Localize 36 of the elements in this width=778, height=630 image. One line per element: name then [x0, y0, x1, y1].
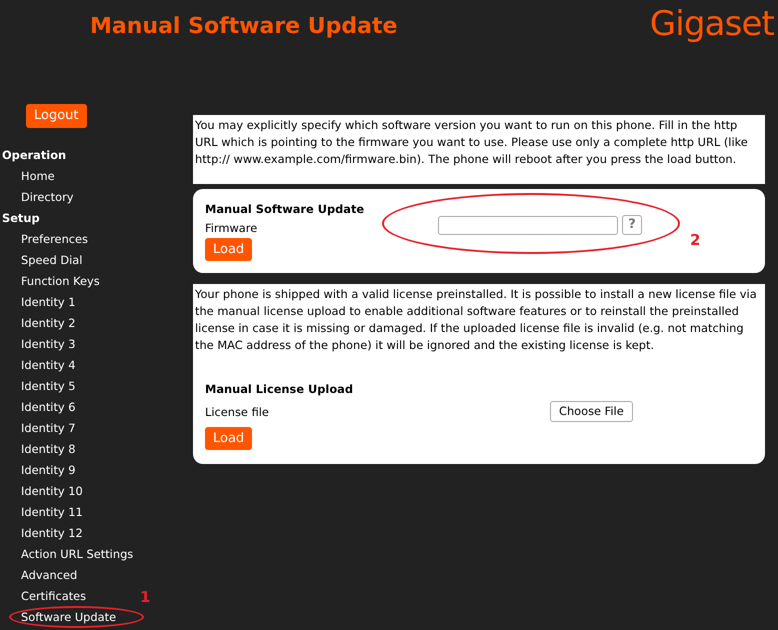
- choose-file-button[interactable]: Choose File: [550, 401, 633, 422]
- nav-link[interactable]: Function Keys: [21, 272, 100, 290]
- nav-link[interactable]: Identity 9: [21, 462, 76, 480]
- help-button[interactable]: ?: [622, 215, 642, 235]
- nav-link[interactable]: Directory: [21, 188, 74, 206]
- nav-link[interactable]: Identity 11: [21, 504, 83, 522]
- nav-link[interactable]: Identity 5: [21, 378, 76, 396]
- nav-link[interactable]: Identity 8: [21, 440, 76, 458]
- nav-link[interactable]: Identity 4: [21, 356, 76, 374]
- annotation-number: 2: [690, 230, 700, 251]
- section-title: Manual Software Update: [205, 201, 364, 218]
- nav-link[interactable]: Identity 10: [21, 482, 83, 500]
- page-title: Manual Software Update: [90, 13, 398, 41]
- nav-link[interactable]: Action URL Settings: [21, 546, 134, 564]
- nav-section-heading: Operation: [1, 147, 68, 164]
- nav-link[interactable]: Home: [21, 168, 55, 186]
- nav-link[interactable]: Advanced: [21, 566, 78, 584]
- nav-link[interactable]: Identity 6: [21, 398, 76, 416]
- firmware-url-field[interactable]: [438, 216, 618, 235]
- nav-link[interactable]: Certificates: [21, 588, 86, 606]
- nav-link[interactable]: Speed Dial: [21, 252, 82, 270]
- nav-link[interactable]: Identity 1: [21, 294, 76, 312]
- nav-link[interactable]: Preferences: [21, 230, 88, 248]
- nav-link[interactable]: Software Update: [21, 608, 116, 626]
- nav-link[interactable]: Identity 2: [21, 314, 76, 332]
- info-paragraph: You may explicitly specify which software version you want to run on this phone. Fill in the http URL which is pointing to the firmware you want to use. Please use only a complete http URL (like http:// www.example.com/firmware.bin). The phone will reboot after you press the load button.: [193, 115, 765, 184]
- field-label: License file: [205, 404, 269, 421]
- logo: Gigaset: [650, 3, 774, 46]
- annotation-number: 1: [140, 587, 150, 608]
- nav-link[interactable]: Identity 12: [21, 524, 83, 542]
- section-title: Manual License Upload: [205, 381, 353, 398]
- field-label: Firmware: [205, 220, 258, 237]
- info-paragraph: Your phone is shipped with a valid license preinstalled. It is possible to install a new license file via the manual license upload to enable additional software features or to reinstall the preinstalled license in case it is missing or damaged. If the uploaded license file is invalid (e.g. not matching the MAC address of the phone) it will be ignored and the existing license is kept.: [193, 284, 765, 370]
- nav-section-heading: Setup: [1, 210, 41, 227]
- nav-link[interactable]: Identity 7: [21, 420, 76, 438]
- nav-link[interactable]: Identity 3: [21, 336, 76, 354]
